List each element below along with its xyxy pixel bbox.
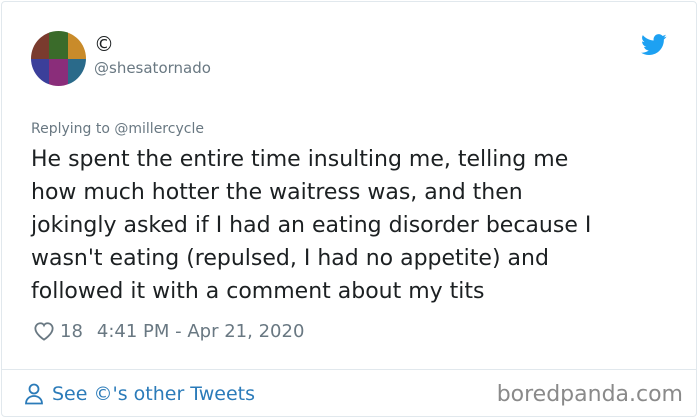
tweet-text: He spent the entire time insulting me, t… xyxy=(31,147,592,304)
reply-mention-link[interactable]: @millercycle xyxy=(114,121,204,137)
see-other-tweets-label[interactable]: See ©'s other Tweets xyxy=(52,383,255,405)
twitter-bird-icon[interactable] xyxy=(641,34,667,56)
reply-context: Replying to @millercycle xyxy=(31,119,204,139)
heart-icon[interactable] xyxy=(33,321,55,341)
like-count[interactable]: 18 xyxy=(60,321,83,342)
avatar[interactable] xyxy=(31,31,86,86)
tweet-timestamp[interactable]: 4:41 PM - Apr 21, 2020 xyxy=(97,321,304,342)
author-handle[interactable]: @shesatornado xyxy=(94,58,211,78)
tweet-meta: 18 4:41 PM - Apr 21, 2020 xyxy=(33,318,304,344)
watermark: boredpanda.com xyxy=(496,382,683,407)
user-icon xyxy=(25,383,43,405)
reply-prefix: Replying to xyxy=(31,121,115,137)
author-display-name[interactable]: © xyxy=(94,32,114,56)
see-other-tweets-link[interactable]: See ©'s other Tweets xyxy=(24,381,255,407)
footer-divider xyxy=(1,369,697,370)
